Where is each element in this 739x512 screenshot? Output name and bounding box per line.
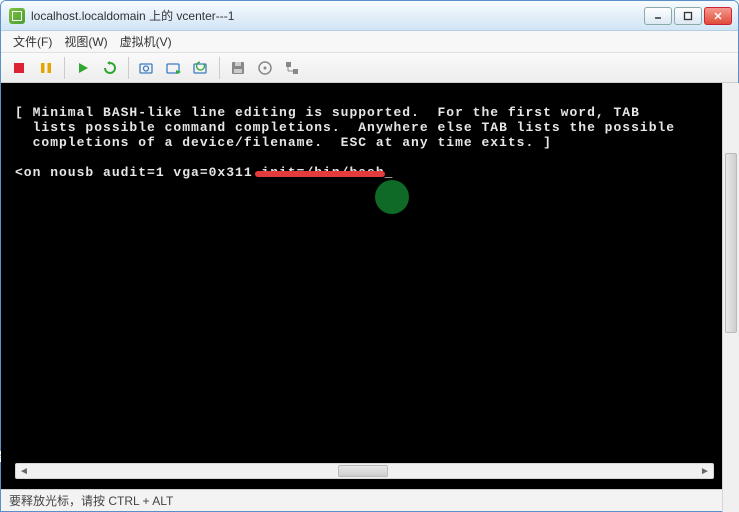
stop-button[interactable] <box>7 56 31 80</box>
annotation-dot <box>375 180 409 214</box>
menu-file[interactable]: 文件(F) <box>9 31 56 52</box>
network-button[interactable] <box>280 56 304 80</box>
console-line: [ Minimal BASH-like line editing is supp… <box>15 105 640 120</box>
titlebar: localhost.localdomain 上的 vcenter---1 <box>1 1 738 31</box>
cd-button[interactable] <box>253 56 277 80</box>
toolbar <box>1 53 738 83</box>
scroll-thumb[interactable] <box>338 465 388 477</box>
annotation-underline <box>255 171 385 177</box>
snapshot-button[interactable] <box>135 56 159 80</box>
menubar: 文件(F) 视图(W) 虚拟机(V) <box>1 31 738 53</box>
vscroll-thumb[interactable] <box>725 153 737 333</box>
scroll-left-arrow[interactable]: ◄ <box>16 464 32 478</box>
status-text: 要释放光标，请按 CTRL + ALT <box>9 492 173 509</box>
revert-snapshot-button[interactable] <box>189 56 213 80</box>
floppy-button[interactable] <box>226 56 250 80</box>
vertical-scrollbar[interactable] <box>722 83 739 512</box>
close-button[interactable] <box>704 7 732 25</box>
console-line: completions of a device/filename. ESC at… <box>15 135 552 150</box>
pause-button[interactable] <box>34 56 58 80</box>
toolbar-separator <box>219 57 220 79</box>
horizontal-scrollbar[interactable]: ◄ ► <box>15 463 714 479</box>
toolbar-separator <box>64 57 65 79</box>
menu-view[interactable]: 视图(W) <box>60 31 111 52</box>
statusbar: 要释放光标，请按 CTRL + ALT <box>1 489 738 511</box>
console-line: lists possible command completions. Anyw… <box>15 120 675 135</box>
reset-button[interactable] <box>98 56 122 80</box>
minimize-button[interactable] <box>644 7 672 25</box>
toolbar-separator <box>128 57 129 79</box>
menu-vm[interactable]: 虚拟机(V) <box>116 31 176 52</box>
maximize-button[interactable] <box>674 7 702 25</box>
app-window: localhost.localdomain 上的 vcenter---1 文件(… <box>0 0 739 512</box>
window-title: localhost.localdomain 上的 vcenter---1 <box>31 7 644 24</box>
play-button[interactable] <box>71 56 95 80</box>
snapshot-manager-button[interactable] <box>162 56 186 80</box>
vsphere-icon <box>9 8 25 24</box>
scroll-right-arrow[interactable]: ► <box>697 464 713 478</box>
console-output: [ Minimal BASH-like line editing is supp… <box>15 88 726 459</box>
console-viewport[interactable]: [ Minimal BASH-like line editing is supp… <box>1 83 738 489</box>
